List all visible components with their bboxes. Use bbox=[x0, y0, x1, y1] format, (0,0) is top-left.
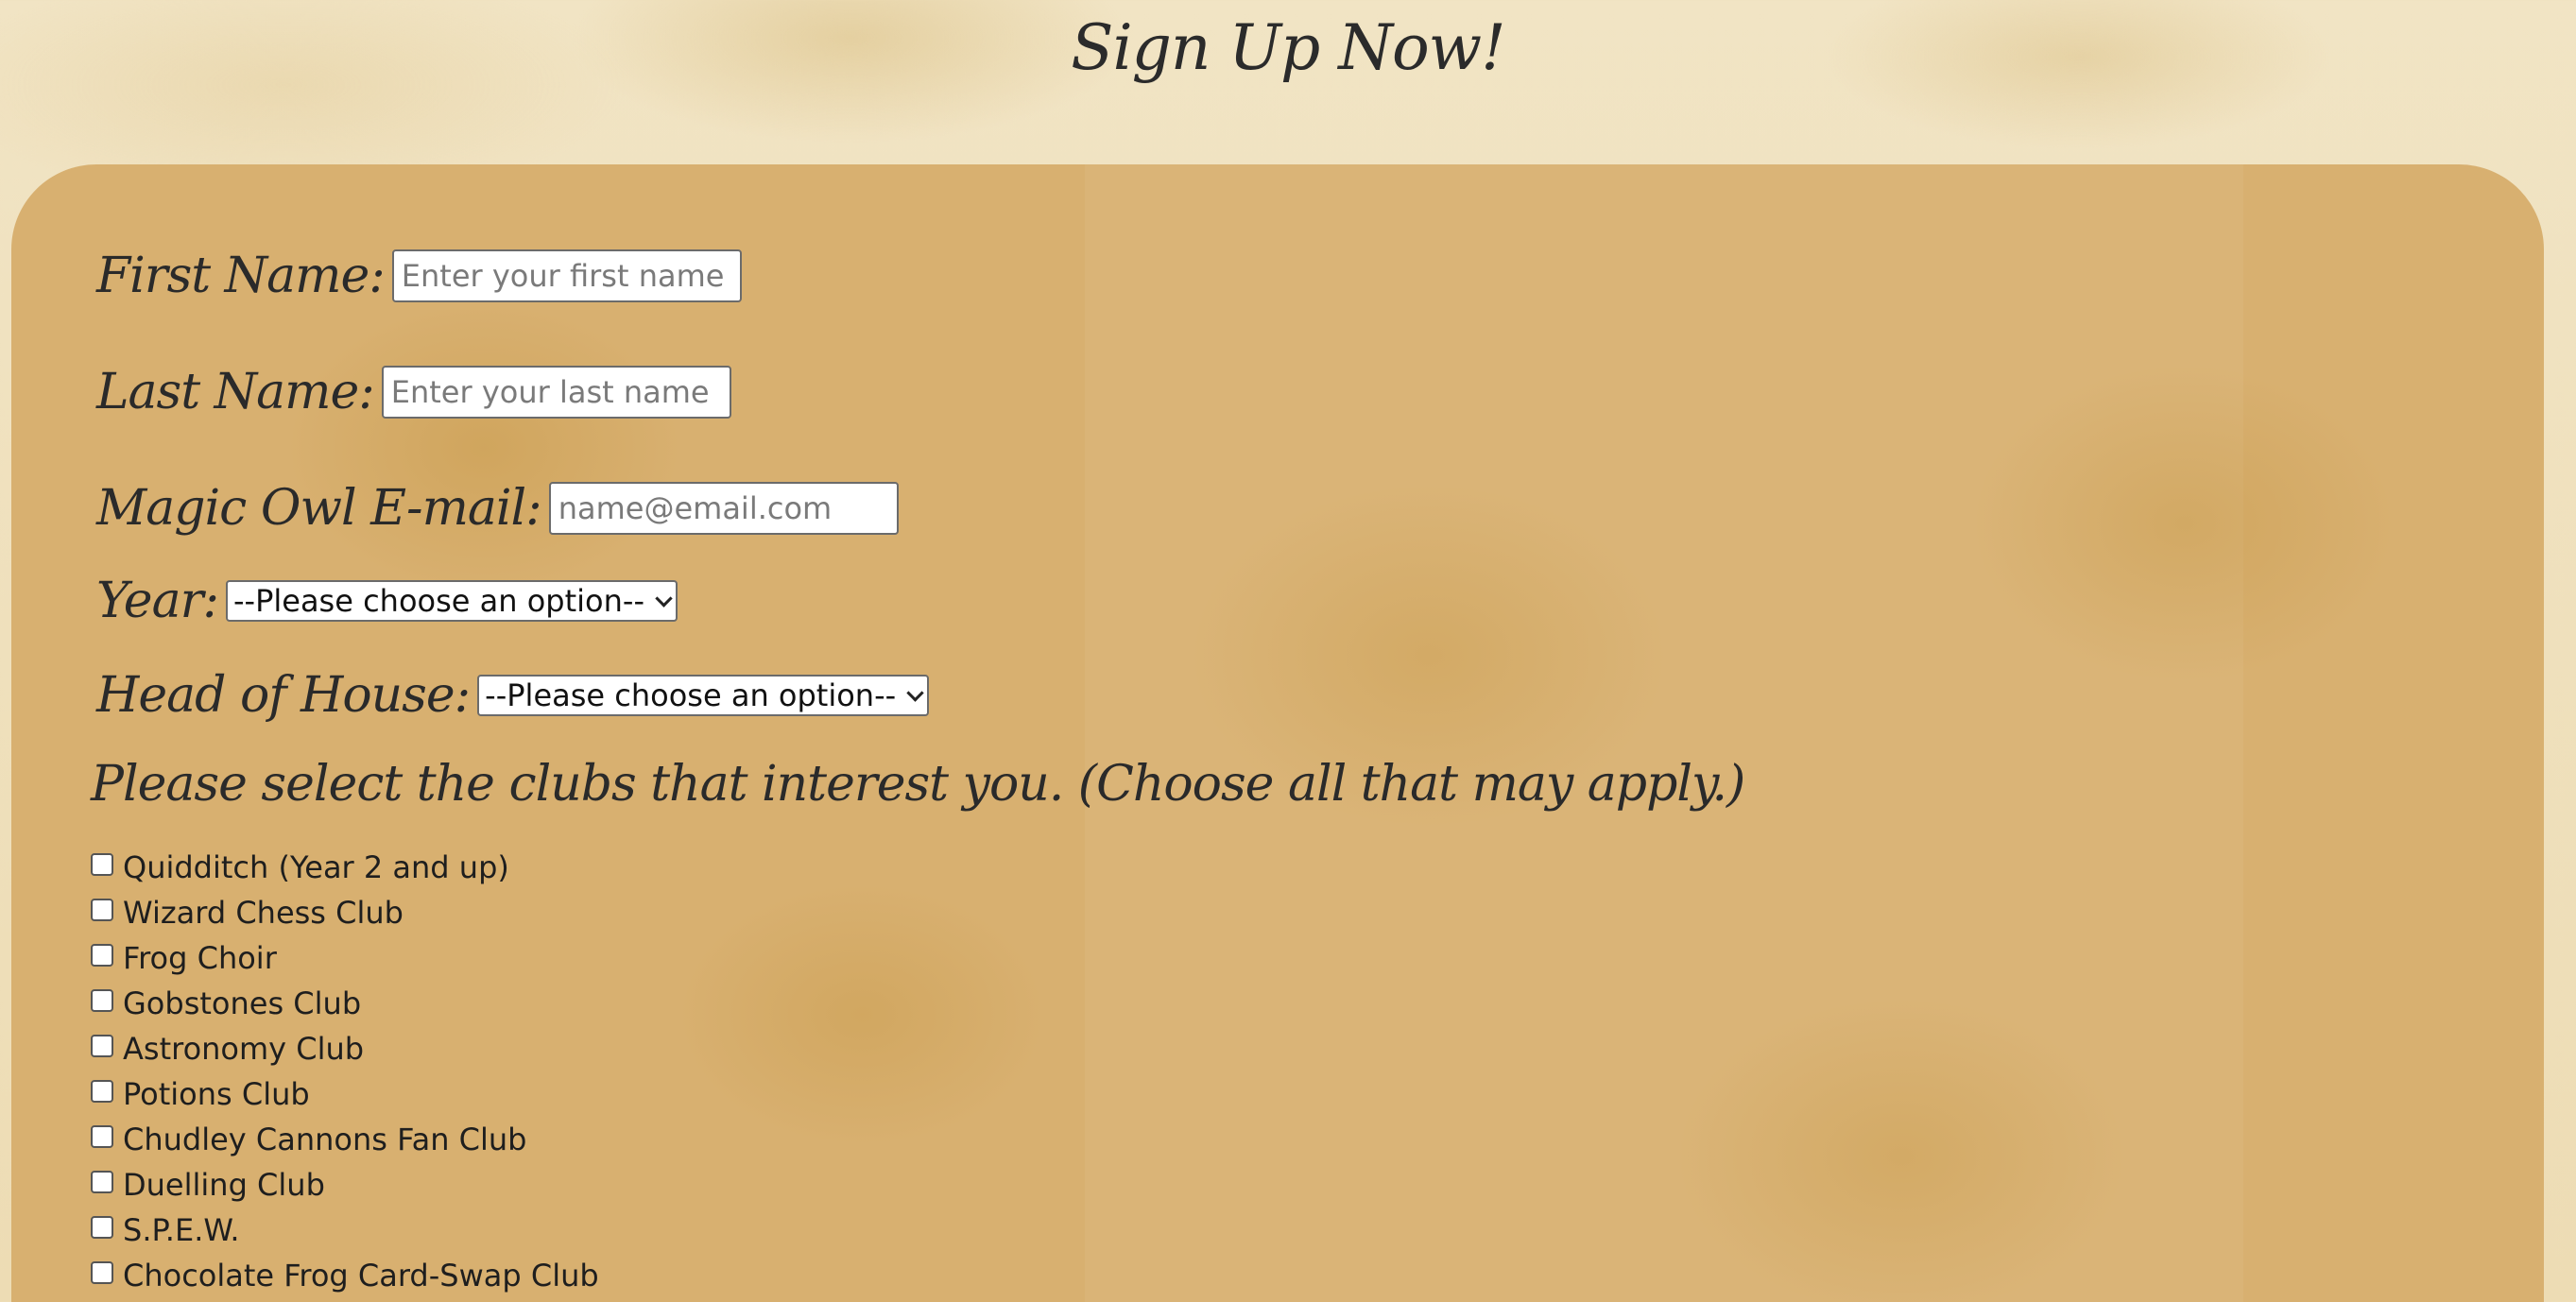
club-checkbox[interactable] bbox=[91, 1080, 113, 1103]
year-select[interactable]: --Please choose an option-- bbox=[225, 580, 678, 622]
club-item-potions: Potions Club bbox=[91, 1071, 599, 1117]
email-input[interactable] bbox=[548, 482, 899, 535]
clubs-heading: Please select the clubs that interest yo… bbox=[91, 756, 1745, 813]
club-label: Potions Club bbox=[123, 1076, 310, 1112]
last-name-row: Last Name: bbox=[96, 364, 731, 420]
club-item-quidditch: Quidditch (Year 2 and up) bbox=[91, 845, 599, 890]
head-of-house-label: Head of House: bbox=[96, 667, 471, 724]
year-select-value: --Please choose an option-- bbox=[232, 583, 644, 619]
club-label: Quidditch (Year 2 and up) bbox=[123, 849, 509, 885]
club-label: Astronomy Club bbox=[123, 1031, 365, 1067]
club-label: Chudley Cannons Fan Club bbox=[123, 1122, 527, 1157]
club-item-frog-choir: Frog Choir bbox=[91, 935, 599, 981]
club-item-wizard-chess: Wizard Chess Club bbox=[91, 890, 599, 935]
first-name-row: First Name: bbox=[96, 248, 742, 304]
chevron-down-icon bbox=[655, 589, 673, 608]
head-of-house-row: Head of House: --Please choose an option… bbox=[96, 667, 930, 724]
last-name-label: Last Name: bbox=[96, 364, 375, 420]
first-name-label: First Name: bbox=[96, 248, 386, 304]
email-label: Magic Owl E-mail: bbox=[96, 480, 542, 537]
club-checkbox[interactable] bbox=[91, 853, 113, 876]
clubs-list: Quidditch (Year 2 and up) Wizard Chess C… bbox=[91, 845, 599, 1298]
page-title: Sign Up Now! bbox=[1071, 11, 1505, 84]
club-checkbox[interactable] bbox=[91, 1125, 113, 1148]
club-label: Frog Choir bbox=[123, 940, 277, 976]
head-of-house-select-value: --Please choose an option-- bbox=[485, 677, 897, 713]
last-name-input[interactable] bbox=[381, 366, 731, 419]
first-name-input[interactable] bbox=[391, 249, 742, 302]
club-checkbox[interactable] bbox=[91, 944, 113, 967]
club-item-spew: S.P.E.W. bbox=[91, 1208, 599, 1253]
club-label: Wizard Chess Club bbox=[123, 895, 404, 931]
club-label: Chocolate Frog Card-Swap Club bbox=[123, 1258, 599, 1293]
club-item-chudley-cannons: Chudley Cannons Fan Club bbox=[91, 1117, 599, 1162]
club-checkbox[interactable] bbox=[91, 1261, 113, 1284]
club-item-duelling: Duelling Club bbox=[91, 1162, 599, 1208]
head-of-house-select[interactable]: --Please choose an option-- bbox=[477, 675, 930, 716]
club-checkbox[interactable] bbox=[91, 899, 113, 921]
club-label: S.P.E.W. bbox=[123, 1212, 240, 1248]
club-checkbox[interactable] bbox=[91, 989, 113, 1012]
club-label: Duelling Club bbox=[123, 1167, 325, 1203]
club-item-gobstones: Gobstones Club bbox=[91, 981, 599, 1026]
year-row: Year: --Please choose an option-- bbox=[96, 573, 678, 629]
year-label: Year: bbox=[96, 573, 219, 629]
club-item-astronomy: Astronomy Club bbox=[91, 1026, 599, 1071]
club-checkbox[interactable] bbox=[91, 1035, 113, 1057]
email-row: Magic Owl E-mail: bbox=[96, 480, 899, 537]
club-label: Gobstones Club bbox=[123, 985, 362, 1021]
chevron-down-icon bbox=[906, 683, 924, 702]
club-item-chocolate-frog: Chocolate Frog Card-Swap Club bbox=[91, 1253, 599, 1298]
club-checkbox[interactable] bbox=[91, 1171, 113, 1193]
club-checkbox[interactable] bbox=[91, 1216, 113, 1239]
